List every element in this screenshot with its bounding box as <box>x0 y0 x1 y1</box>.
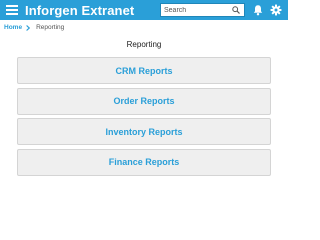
breadcrumb-current: Reporting <box>36 24 65 31</box>
gear-icon[interactable] <box>270 4 282 16</box>
app-title: Inforgen Extranet <box>25 2 135 18</box>
report-list: CRM Reports Order Reports Inventory Repo… <box>17 57 271 179</box>
chevron-right-icon <box>26 24 32 31</box>
menu-icon <box>6 5 18 15</box>
search-box[interactable] <box>160 3 245 17</box>
finance-reports-button[interactable]: Finance Reports <box>17 148 271 176</box>
page-title: Reporting <box>126 40 162 49</box>
top-nav-bar: Inforgen Extranet <box>0 0 288 20</box>
bell-icon[interactable] <box>252 4 264 16</box>
breadcrumb-home-link[interactable]: Home <box>4 24 22 31</box>
inventory-reports-button[interactable]: Inventory Reports <box>17 118 271 145</box>
search-icon[interactable] <box>231 4 241 16</box>
order-reports-button[interactable]: Order Reports <box>17 87 271 115</box>
menu-button[interactable] <box>6 0 19 20</box>
breadcrumb: Home Reporting <box>4 23 64 32</box>
search-input[interactable] <box>161 4 231 16</box>
crm-reports-button[interactable]: CRM Reports <box>17 57 271 84</box>
